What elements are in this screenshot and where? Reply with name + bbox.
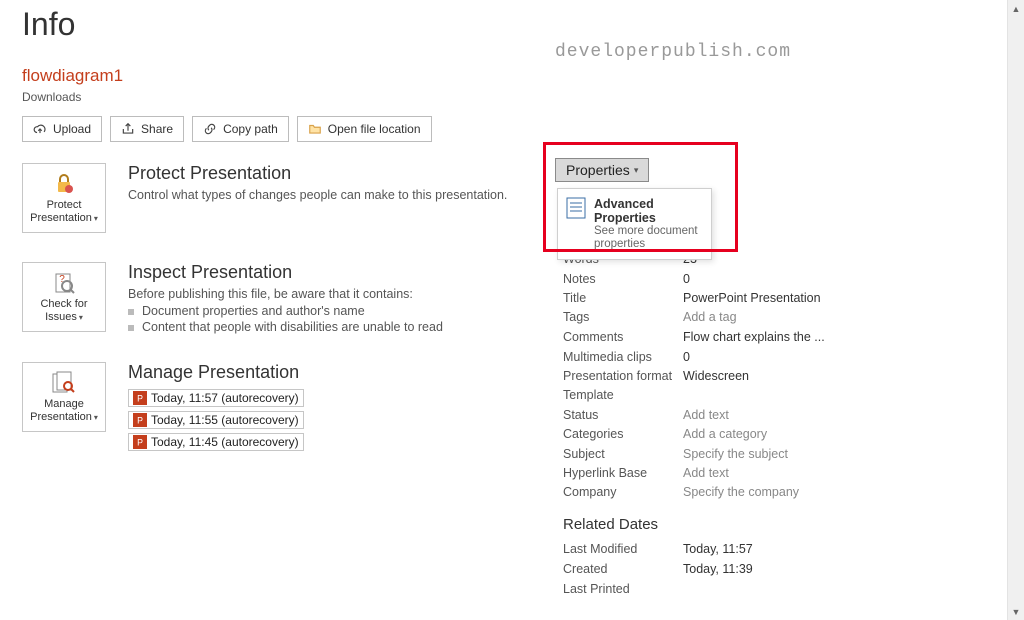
prop-hyperlink-base[interactable]: Hyperlink BaseAdd text	[563, 466, 729, 480]
prop-created: CreatedToday, 11:39	[563, 562, 753, 576]
inspect-section: Inspect Presentation Before publishing t…	[128, 262, 443, 334]
upload-button[interactable]: Upload	[22, 116, 102, 142]
vertical-scrollbar[interactable]: ▲ ▼	[1007, 0, 1024, 620]
copy-path-button[interactable]: Copy path	[192, 116, 289, 142]
share-button[interactable]: Share	[110, 116, 184, 142]
autorecovery-list: P Today, 11:57 (autorecovery) P Today, 1…	[128, 389, 304, 451]
properties-sheet-icon	[566, 197, 586, 251]
link-icon	[203, 122, 217, 136]
protect-description: Control what types of changes people can…	[128, 188, 507, 202]
related-dates-heading: Related Dates	[563, 516, 658, 533]
inspect-icon: ?	[52, 270, 76, 296]
autorecovery-item[interactable]: P Today, 11:55 (autorecovery)	[128, 411, 304, 429]
advanced-properties-popup[interactable]: Advanced Properties See more document pr…	[557, 188, 712, 260]
manage-label: Manage Presentation	[26, 398, 102, 423]
prop-template: Template	[563, 388, 683, 402]
inspect-bullets: Document properties and author's name Co…	[128, 304, 443, 334]
prop-comments[interactable]: CommentsFlow chart explains the ...	[563, 330, 825, 344]
action-bar: Upload Share Copy path Open file locatio…	[22, 116, 432, 142]
prop-last-modified: Last ModifiedToday, 11:57	[563, 542, 753, 556]
share-icon	[121, 122, 135, 136]
inspect-heading: Inspect Presentation	[128, 262, 443, 283]
check-for-issues-tile[interactable]: ? Check for Issues	[22, 262, 106, 332]
open-file-location-label: Open file location	[328, 122, 421, 136]
lock-icon	[52, 171, 76, 197]
svg-text:?: ?	[59, 274, 65, 285]
watermark-text: developerpublish.com	[555, 42, 791, 62]
prop-title[interactable]: TitlePowerPoint Presentation	[563, 291, 821, 305]
manage-presentation-tile[interactable]: Manage Presentation	[22, 362, 106, 432]
prop-format: Presentation formatWidescreen	[563, 369, 749, 383]
file-name: flowdiagram1	[22, 66, 123, 86]
protect-tile-label: Protect Presentation	[26, 199, 102, 224]
scroll-up-arrow-icon[interactable]: ▲	[1008, 0, 1024, 17]
upload-label: Upload	[53, 122, 91, 136]
file-location: Downloads	[22, 90, 81, 104]
powerpoint-file-icon: P	[133, 413, 147, 427]
svg-text:P: P	[137, 416, 143, 426]
svg-text:P: P	[137, 394, 143, 404]
prop-status[interactable]: StatusAdd text	[563, 408, 729, 422]
chevron-down-icon: ▾	[634, 165, 639, 176]
properties-panel: Properties ▾ Advanced Properties See mor…	[555, 158, 955, 182]
properties-label: Properties	[566, 162, 630, 178]
prop-last-printed: Last Printed	[563, 582, 683, 596]
protect-heading: Protect Presentation	[128, 163, 507, 184]
check-issues-label: Check for Issues	[36, 298, 91, 323]
folder-icon	[308, 122, 322, 136]
page-title: Info	[22, 6, 75, 43]
manage-section: Manage Presentation P Today, 11:57 (auto…	[128, 362, 304, 451]
autorecovery-item[interactable]: P Today, 11:45 (autorecovery)	[128, 433, 304, 451]
prop-categories[interactable]: CategoriesAdd a category	[563, 427, 767, 441]
advanced-properties-sub: See more document properties	[594, 225, 703, 251]
copy-path-label: Copy path	[223, 122, 278, 136]
autorecovery-item[interactable]: P Today, 11:57 (autorecovery)	[128, 389, 304, 407]
prop-notes: Notes0	[563, 272, 690, 286]
prop-multimedia: Multimedia clips0	[563, 350, 690, 364]
properties-dropdown[interactable]: Properties ▾	[555, 158, 649, 182]
prop-subject[interactable]: SubjectSpecify the subject	[563, 447, 788, 461]
svg-text:P: P	[137, 438, 143, 448]
manage-icon	[51, 370, 77, 396]
open-file-location-button[interactable]: Open file location	[297, 116, 432, 142]
cloud-upload-icon	[33, 122, 47, 136]
share-label: Share	[141, 122, 173, 136]
advanced-properties-title: Advanced Properties	[594, 197, 703, 225]
inspect-description: Before publishing this file, be aware th…	[128, 287, 443, 301]
powerpoint-file-icon: P	[133, 391, 147, 405]
prop-tags[interactable]: TagsAdd a tag	[563, 310, 737, 324]
protect-section: Protect Presentation Control what types …	[128, 163, 507, 205]
scroll-track[interactable]	[1008, 17, 1024, 603]
powerpoint-file-icon: P	[133, 435, 147, 449]
manage-heading: Manage Presentation	[128, 362, 304, 383]
protect-presentation-tile[interactable]: Protect Presentation	[22, 163, 106, 233]
scroll-down-arrow-icon[interactable]: ▼	[1008, 603, 1024, 620]
prop-company[interactable]: CompanySpecify the company	[563, 485, 799, 499]
